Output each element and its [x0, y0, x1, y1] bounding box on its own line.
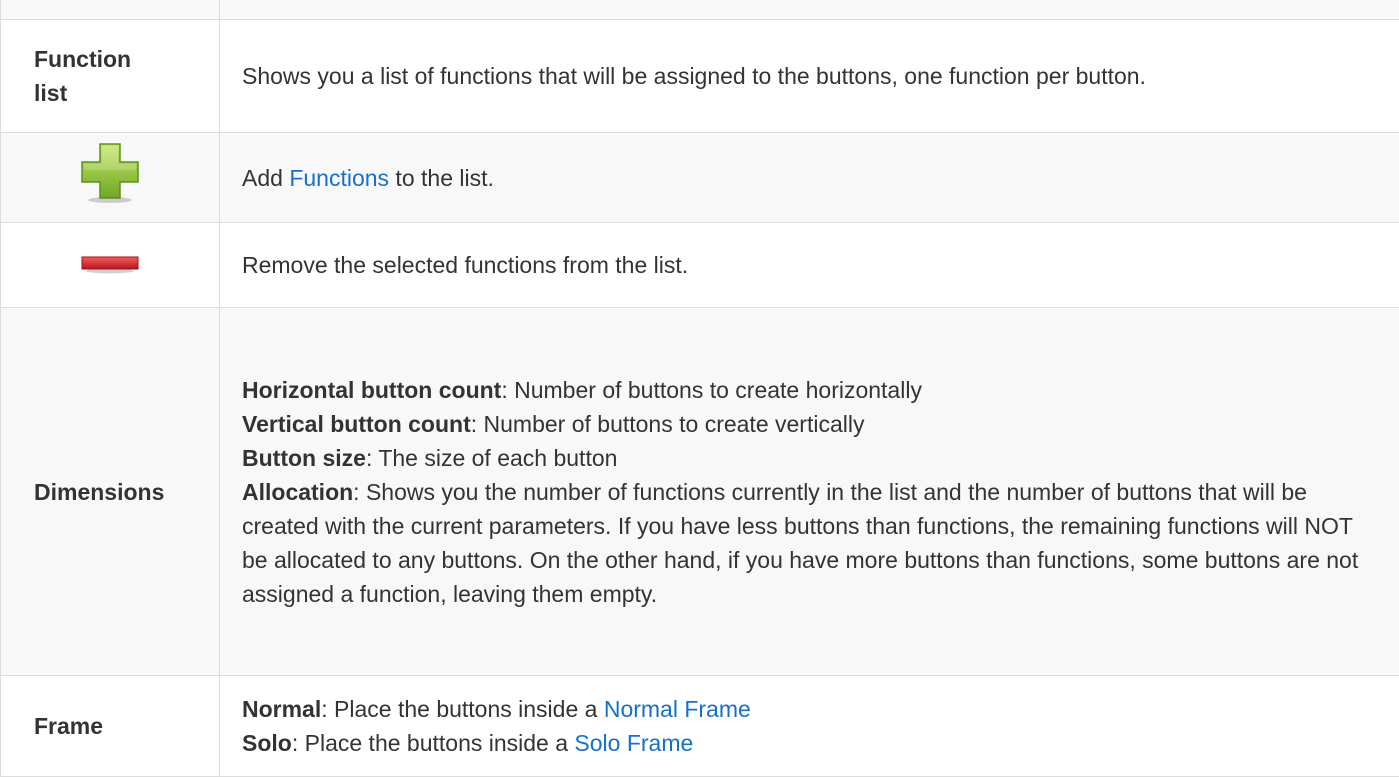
- frame-desc: : Place the buttons inside a: [321, 696, 604, 722]
- dimension-desc: : Shows you the number of functions curr…: [242, 479, 1358, 607]
- add-text-after: to the list.: [389, 165, 494, 191]
- row-remove-function: Remove the selected functions from the l…: [1, 223, 1399, 308]
- row-frame: Frame Normal: Place the buttons inside a…: [1, 676, 1399, 777]
- minus-icon: [80, 249, 140, 283]
- description-dimensions: Horizontal button count: Number of butto…: [220, 308, 1399, 676]
- dimension-term: Button size: [242, 445, 366, 471]
- header-cell-empty: [220, 0, 1399, 20]
- frame-term: Solo: [242, 730, 292, 756]
- dimension-term: Horizontal button count: [242, 377, 501, 403]
- dimension-item: Allocation: Shows you the number of func…: [242, 475, 1381, 611]
- row-dimensions: Dimensions Horizontal button count: Numb…: [1, 308, 1399, 676]
- add-icon-cell: [1, 133, 220, 223]
- row-add-function: Add Functions to the list.: [1, 133, 1399, 223]
- label-frame: Frame: [1, 676, 220, 777]
- label-function-list-line2: list: [34, 76, 207, 110]
- label-function-list: Function list: [1, 20, 220, 133]
- row-function-list: Function list Shows you a list of functi…: [1, 20, 1399, 133]
- dimension-term: Vertical button count: [242, 411, 471, 437]
- description-frame: Normal: Place the buttons inside a Norma…: [220, 676, 1399, 777]
- frame-desc: : Place the buttons inside a: [292, 730, 575, 756]
- dimension-desc: : Number of buttons to create horizontal…: [501, 377, 922, 403]
- dimension-item: Button size: The size of each button: [242, 441, 1381, 475]
- dimension-desc: : The size of each button: [366, 445, 617, 471]
- solo-frame-link[interactable]: Solo Frame: [574, 730, 693, 756]
- dimension-item: Vertical button count: Number of buttons…: [242, 407, 1381, 441]
- dimension-desc: : Number of buttons to create vertically: [471, 411, 865, 437]
- dimension-term: Allocation: [242, 479, 353, 505]
- add-text-before: Add: [242, 165, 289, 191]
- function-properties-table: Function list Shows you a list of functi…: [0, 0, 1399, 777]
- frame-item: Normal: Place the buttons inside a Norma…: [242, 692, 1399, 726]
- plus-icon: [80, 142, 140, 213]
- description-add: Add Functions to the list.: [220, 133, 1399, 223]
- description-remove: Remove the selected functions from the l…: [220, 223, 1399, 308]
- frame-term: Normal: [242, 696, 321, 722]
- remove-icon-cell: [1, 223, 220, 308]
- header-cell-empty: [1, 0, 220, 20]
- normal-frame-link[interactable]: Normal Frame: [604, 696, 751, 722]
- table-header-row: [1, 0, 1399, 20]
- label-function-list-line1: Function: [34, 42, 207, 76]
- description-function-list: Shows you a list of functions that will …: [220, 20, 1399, 133]
- label-dimensions: Dimensions: [1, 308, 220, 676]
- frame-item: Solo: Place the buttons inside a Solo Fr…: [242, 726, 1399, 760]
- functions-link[interactable]: Functions: [289, 165, 389, 191]
- dimension-item: Horizontal button count: Number of butto…: [242, 373, 1381, 407]
